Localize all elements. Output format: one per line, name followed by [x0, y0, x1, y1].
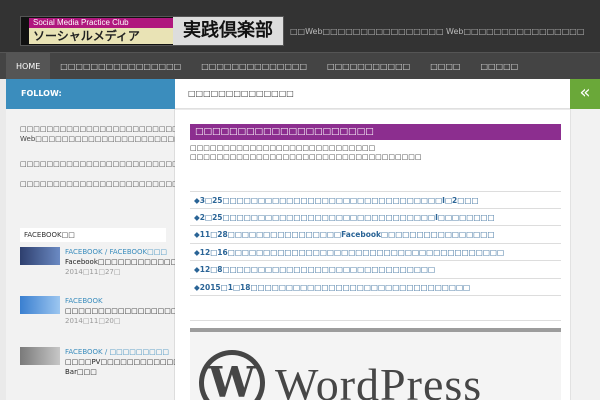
wordpress-banner[interactable]: W WordPress	[190, 328, 561, 400]
post-date: 2014□11□27□	[65, 268, 121, 276]
post-title[interactable]: Facebook□□□□□□□□□□□□□□□□□□□□□□□□	[65, 257, 257, 267]
logo-title-kanji: 実践倶楽部	[173, 17, 283, 45]
event-links: ◆3□25□□□□□□□□□□□□□□□□□□□□□□□□□□□□□□□I□2□…	[190, 191, 561, 296]
sidebar-description-3: □□□□□□□□□□□□□□□□□□□□□□□□□□□□□□□□□□□□□□□□…	[20, 180, 318, 188]
sidebar-description-2: □□□□□□□□□□□□□□□□□□□□□□□□□□□□□□□□□□□□□□□□…	[20, 160, 305, 168]
left-sidebar: □□□□□□□□□□□□□□□□□□□□□□□□□□□□□□□□□□□□□□We…	[6, 109, 366, 400]
wordpress-logo-glyph: W	[204, 355, 260, 400]
nav-item-5[interactable]: □□□□	[420, 53, 470, 80]
article-intro: □□□□□□□□□□□□□□□□□□□□□□□□□□□□ □□□□□□□□□□□…	[190, 144, 561, 162]
right-sidebar-collapsed	[570, 109, 600, 400]
post-category[interactable]: FACEBOOK	[65, 296, 173, 306]
nav-item-home[interactable]: HOME	[6, 53, 51, 80]
site-logo[interactable]: Social Media Practice Club ソーシャルメディア 実践倶…	[20, 16, 284, 46]
nav-item-3[interactable]: □□□□□□□□□□□□□□	[191, 53, 317, 80]
wordpress-logo-icon: W	[199, 350, 265, 400]
event-link[interactable]: ◆2□25□□□□□□□□□□□□□□□□□□□□□□□□□□□□□□I□□□□…	[190, 209, 561, 226]
post-date: 2014□11□20□	[65, 317, 121, 325]
nav-item-4[interactable]: □□□□□□□□□□□	[317, 53, 420, 80]
sidebar-toggle-button[interactable]: «	[570, 79, 600, 109]
follow-label: FOLLOW:	[21, 89, 62, 98]
sidebar-description: □□□□□□□□□□□□□□□□□□□□□□□□□□□□□□□□□□□□□□We…	[20, 125, 366, 143]
double-chevron-left-icon: «	[579, 82, 591, 103]
site-header: Social Media Practice Club ソーシャルメディア 実践倶…	[0, 0, 600, 52]
article-heading: □□□□□□□□□□□□□□□□□□□□□	[190, 124, 561, 140]
event-link[interactable]: ◆12□16□□□□□□□□□□□□□□□□□□□□□□□□□□□□□□□□□□…	[190, 244, 561, 261]
nav-item-2[interactable]: □□□□□□□□□□□□□□□□	[50, 53, 191, 80]
list-item[interactable]: FACEBOOK / □□□□□□□□□ □□□□PV□□□□□□□□□□□□□…	[20, 347, 306, 397]
post-thumbnail[interactable]	[20, 347, 60, 365]
event-link[interactable]: ◆12□8□□□□□□□□□□□□□□□□□□□□□□□□□□□□□□	[190, 261, 561, 279]
post-thumbnail[interactable]	[20, 296, 60, 314]
event-link[interactable]: ◆11□28□□□□□□□□□□□□□□□□Facebook□□□□□□□□□□…	[190, 226, 561, 244]
wordpress-wordmark: WordPress	[275, 359, 483, 400]
post-category[interactable]: FACEBOOK / FACEBOOK□□□	[65, 247, 173, 257]
site-tagline: □□Web□□□□□□□□□□□□□□□□ Web□□□□□□□□□□□□□□□…	[290, 27, 585, 36]
main-nav: HOME □□□□□□□□□□□□□□□□ □□□□□□□□□□□□□□ □□□…	[0, 52, 600, 80]
facebook-widget-heading: FACEBOOK□□	[20, 228, 166, 242]
post-title[interactable]: □□□□PV□□□□□□□□□□□□□facebook□□□□Recommend…	[65, 357, 306, 377]
intro-line: □□□□□□□□□□□□□□□□□□□□□□□□□□□□□□□□□□□	[190, 153, 422, 161]
page-title: □□□□□□□□□□□□□□	[188, 89, 294, 98]
divider	[190, 320, 561, 321]
content-header: □□□□□□□□□□□□□□	[175, 79, 570, 109]
post-thumbnail[interactable]	[20, 247, 60, 265]
list-item[interactable]: FACEBOOK □□□□□□□□□□□□□□□□□□□□□□□ 2014□11…	[20, 296, 217, 346]
intro-line: □□□□□□□□□□□□□□□□□□□□□□□□□□□□	[190, 144, 376, 152]
event-link[interactable]: ◆2015□1□18□□□□□□□□□□□□□□□□□□□□□□□□□□□□□□…	[190, 279, 561, 296]
logo-subtitle: Social Media Practice Club	[29, 18, 173, 28]
list-item[interactable]: FACEBOOK / FACEBOOK□□□ Facebook□□□□□□□□□…	[20, 247, 257, 297]
post-title[interactable]: □□□□□□□□□□□□□□□□□□□□□□□	[65, 306, 217, 316]
nav-item-6[interactable]: □□□□□	[470, 53, 528, 80]
main-content: □□□□□□□□□□□□□□□□□□□□□ □□□□□□□□□□□□□□□□□□…	[175, 110, 570, 400]
follow-bar: FOLLOW:	[6, 79, 175, 109]
event-link[interactable]: ◆3□25□□□□□□□□□□□□□□□□□□□□□□□□□□□□□□□I□2□…	[190, 191, 561, 209]
post-category[interactable]: FACEBOOK / □□□□□□□□□	[65, 347, 173, 357]
logo-title-katakana: ソーシャルメディア	[29, 28, 173, 44]
